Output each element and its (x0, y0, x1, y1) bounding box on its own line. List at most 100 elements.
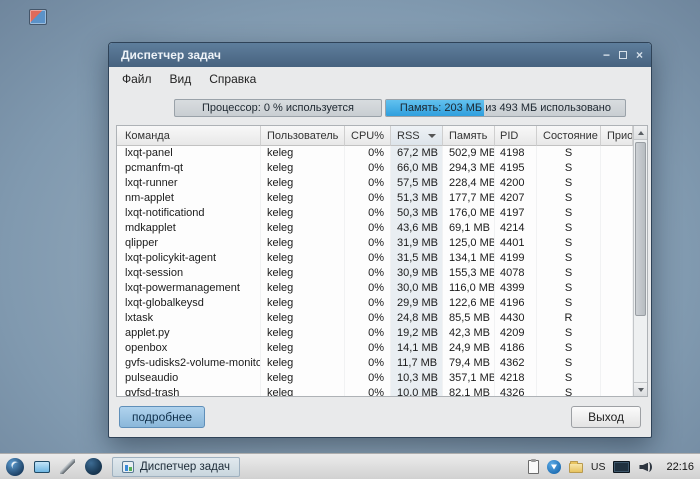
process-cell: 29,9 MB (391, 296, 443, 311)
column-header-Пользователь[interactable]: Пользователь (261, 126, 345, 146)
process-cell: 67,2 MB (391, 146, 443, 161)
bottom-bar: подробнее Выход (109, 397, 651, 437)
process-cell: 0% (345, 311, 391, 326)
process-cell: 0% (345, 251, 391, 266)
column-header-Память[interactable]: Память (443, 126, 495, 146)
process-row[interactable]: lxqt-panel keleg 0% 67,2 MB 502,9 MB 4198 S (117, 146, 633, 161)
process-row[interactable]: lxqt-globalkeysd keleg 0% 29,9 MB 122,6 MB 41… (117, 296, 633, 311)
process-row[interactable]: lxtask keleg 0% 24,8 MB 85,5 MB 4430 R (117, 311, 633, 326)
column-header-Прио[interactable]: Прио (601, 126, 633, 146)
process-cell: 10,0 MB (391, 386, 443, 396)
scroll-up-button[interactable] (634, 126, 647, 140)
process-cell: 24,8 MB (391, 311, 443, 326)
process-cell: 4430 (495, 311, 537, 326)
process-cell: S (537, 221, 601, 236)
maximize-icon[interactable] (618, 51, 627, 59)
process-cell: 122,6 MB (443, 296, 495, 311)
process-cell: 0% (345, 386, 391, 396)
update-tray-icon[interactable] (546, 459, 561, 474)
process-row[interactable]: lxqt-policykit-agent keleg 0% 31,5 MB 134,1 … (117, 251, 633, 266)
process-cell: gvfs-udisks2-volume-monitor (117, 356, 261, 371)
column-header-Состояние[interactable]: Состояние (537, 126, 601, 146)
process-cell: keleg (261, 161, 345, 176)
column-header-RSS[interactable]: RSS (391, 126, 443, 146)
process-cell: 502,9 MB (443, 146, 495, 161)
process-cell: 0% (345, 236, 391, 251)
minimize-icon[interactable]: − (603, 49, 610, 61)
process-cell: 4196 (495, 296, 537, 311)
folder-tray-icon[interactable] (568, 460, 583, 473)
close-icon[interactable]: × (636, 49, 643, 61)
process-row[interactable]: openbox keleg 0% 14,1 MB 24,9 MB 4186 S (117, 341, 633, 356)
process-cell: 134,1 MB (443, 251, 495, 266)
process-cell: R (537, 311, 601, 326)
scrollbar-track[interactable] (634, 140, 647, 382)
process-cell: S (537, 326, 601, 341)
display-tray-icon[interactable] (613, 460, 631, 473)
details-button[interactable]: подробнее (119, 406, 206, 428)
process-cell: 4362 (495, 356, 537, 371)
process-cell: 4186 (495, 341, 537, 356)
scrollbar-thumb[interactable] (635, 142, 646, 317)
process-cell: 4401 (495, 236, 537, 251)
process-cell: 0% (345, 206, 391, 221)
taskbar-window-button[interactable]: Диспетчер задач (112, 456, 240, 477)
process-cell: 0% (345, 296, 391, 311)
display-launcher-icon[interactable] (34, 460, 50, 473)
vertical-scrollbar[interactable] (633, 126, 647, 396)
process-table: Команда Пользователь CPU% RSS Память PID Состо… (116, 125, 648, 397)
process-cell: 10,3 MB (391, 371, 443, 386)
process-cell: S (537, 206, 601, 221)
process-row[interactable]: lxqt-runner keleg 0% 57,5 MB 228,4 MB 4200 S (117, 176, 633, 191)
process-cell: applet.py (117, 326, 261, 341)
process-cell: pulseaudio (117, 371, 261, 386)
process-row[interactable]: qlipper keleg 0% 31,9 MB 125,0 MB 4401 S (117, 236, 633, 251)
process-row[interactable]: pulseaudio keleg 0% 10,3 MB 357,1 MB 4218 S (117, 371, 633, 386)
process-cell: nm-applet (117, 191, 261, 206)
process-cell: 116,0 MB (443, 281, 495, 296)
process-cell: mdkapplet (117, 221, 261, 236)
start-menu-icon[interactable] (6, 457, 24, 476)
process-row[interactable]: nm-applet keleg 0% 51,3 MB 177,7 MB 4207 S (117, 191, 633, 206)
editor-launcher-icon[interactable] (60, 459, 75, 474)
process-row[interactable]: applet.py keleg 0% 19,2 MB 42,3 MB 4209 S (117, 326, 633, 341)
process-cell: gvfsd-trash (117, 386, 261, 396)
desktop-icon[interactable] (29, 9, 47, 25)
clock[interactable]: 22:16 (666, 461, 694, 473)
process-row[interactable]: lxqt-powermanagement keleg 0% 30,0 MB 116,0 … (117, 281, 633, 296)
exit-button[interactable]: Выход (571, 406, 641, 428)
process-row[interactable]: lxqt-notificationd keleg 0% 50,3 MB 176,0 MB… (117, 206, 633, 221)
process-cell: pcmanfm-qt (117, 161, 261, 176)
process-cell: 155,3 MB (443, 266, 495, 281)
column-header-Команда[interactable]: Команда (117, 126, 261, 146)
process-row[interactable]: pcmanfm-qt keleg 0% 66,0 MB 294,3 MB 4195 S (117, 161, 633, 176)
process-cell: keleg (261, 176, 345, 191)
process-cell: S (537, 386, 601, 396)
process-cell: keleg (261, 251, 345, 266)
process-cell: 4214 (495, 221, 537, 236)
scroll-down-button[interactable] (634, 382, 647, 396)
process-row[interactable]: gvfsd-trash keleg 0% 10,0 MB 82,1 MB 4326 S (117, 386, 633, 396)
process-row[interactable]: mdkapplet keleg 0% 43,6 MB 69,1 MB 4214 S (117, 221, 633, 236)
process-cell: 4199 (495, 251, 537, 266)
clipboard-tray-icon[interactable] (527, 458, 539, 474)
process-row[interactable]: lxqt-session keleg 0% 30,9 MB 155,3 MB 4078 S (117, 266, 633, 281)
process-cell: 79,4 MB (443, 356, 495, 371)
process-cell: keleg (261, 341, 345, 356)
menu-file[interactable]: Файл (113, 69, 161, 89)
process-row[interactable]: gvfs-udisks2-volume-monitor keleg 0% 11,7 M… (117, 356, 633, 371)
process-cell: 4207 (495, 191, 537, 206)
column-header-PID[interactable]: PID (495, 126, 537, 146)
process-cell: S (537, 146, 601, 161)
process-cell: 30,9 MB (391, 266, 443, 281)
menu-help[interactable]: Справка (200, 69, 265, 89)
column-header-CPU%[interactable]: CPU% (345, 126, 391, 146)
menu-view[interactable]: Вид (161, 69, 201, 89)
process-cell: 66,0 MB (391, 161, 443, 176)
window-titlebar[interactable]: Диспетчер задач − × (109, 43, 651, 67)
browser-launcher-icon[interactable] (85, 458, 102, 475)
volume-icon[interactable] (638, 460, 654, 474)
keyboard-layout-indicator[interactable]: US (591, 461, 606, 473)
task-manager-icon (122, 460, 134, 473)
process-table-header: Команда Пользователь CPU% RSS Память PID Состо… (117, 126, 633, 146)
